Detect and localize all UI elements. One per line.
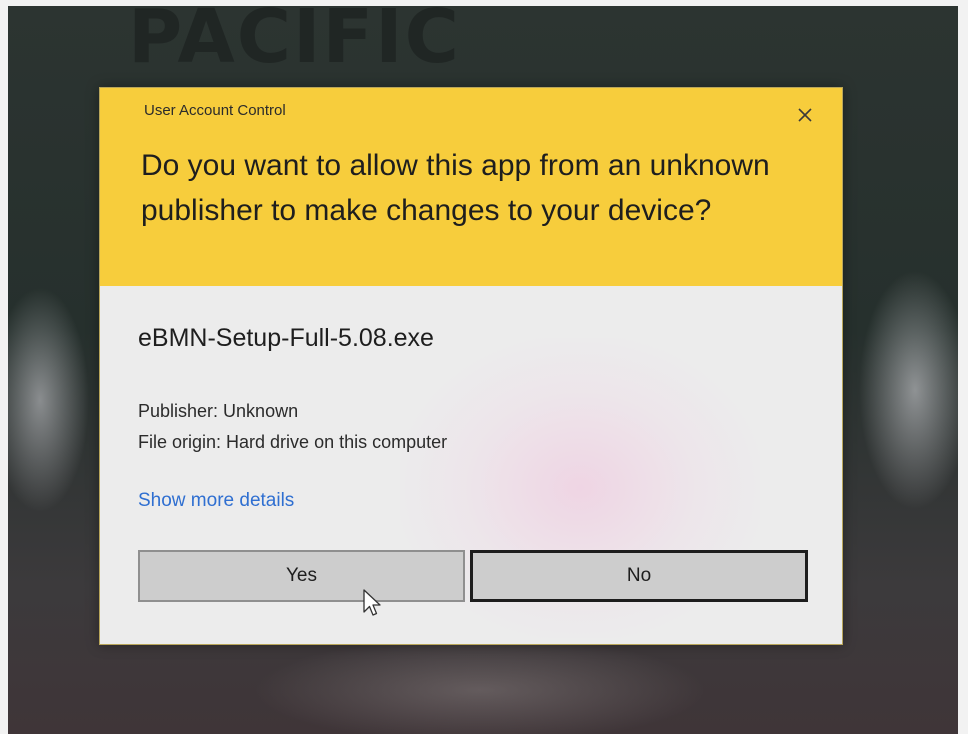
mouse-cursor-icon (363, 589, 381, 616)
close-icon (798, 108, 812, 122)
background-brand-text: PACIFIC (128, 0, 461, 80)
dialog-header: User Account Control Do you want to allo… (100, 88, 842, 286)
close-button[interactable] (790, 100, 820, 130)
publisher-info: Publisher: Unknown (138, 401, 299, 421)
show-more-details-link[interactable]: Show more details (138, 490, 294, 512)
dialog-question: Do you want to allow this app from an un… (141, 149, 770, 227)
uac-dialog: User Account Control Do you want to allo… (99, 87, 843, 645)
file-origin-info: File origin: Hard drive on this computer (138, 432, 448, 452)
app-name: eBMN-Setup-Full-5.08.exe (138, 324, 434, 352)
app-info: Publisher: Unknown File origin: Hard dri… (138, 396, 447, 458)
screen-edge-right (958, 0, 968, 734)
no-button[interactable]: No (470, 550, 808, 602)
screen-edge-left (0, 0, 8, 734)
dialog-title: User Account Control (144, 102, 286, 119)
yes-button[interactable]: Yes (138, 550, 465, 602)
screen-edge-top (0, 0, 968, 6)
